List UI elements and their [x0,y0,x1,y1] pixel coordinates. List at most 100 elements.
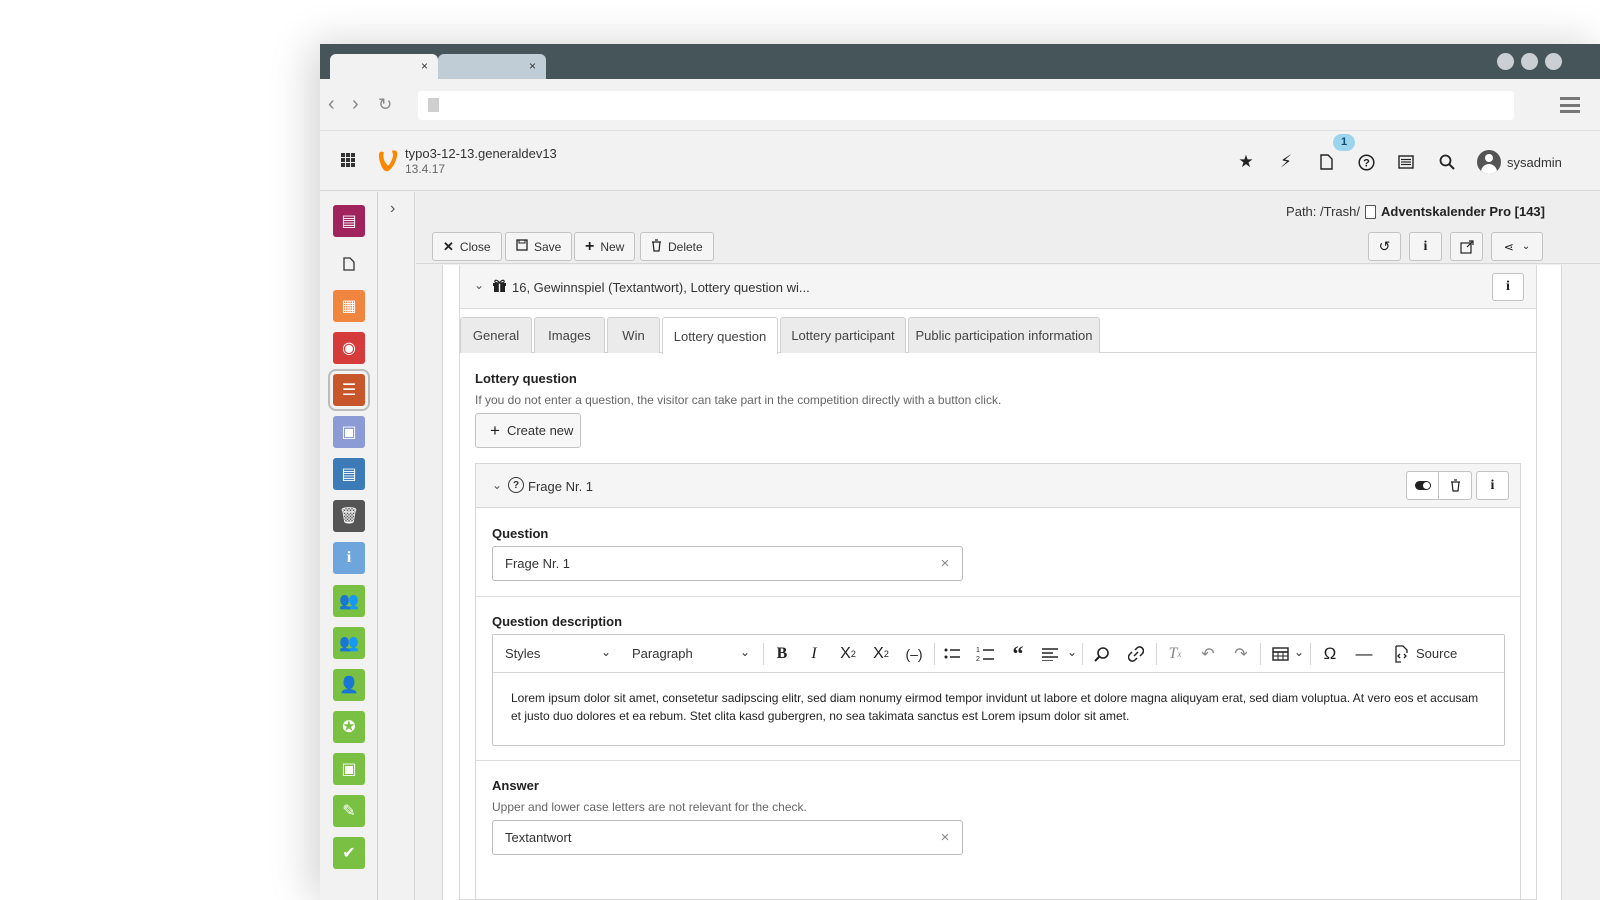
chevron-down-icon[interactable]: ⌄ [740,645,750,659]
browser-tabstrip: × × [320,44,1600,79]
inline-record-header[interactable]: ⌄ ? Frage Nr. 1 i [476,464,1520,508]
answer-input[interactable] [492,820,963,855]
tab-bar: General Images Win Lottery question Lott… [460,317,1536,354]
new-button[interactable]: + New [574,232,636,261]
horizontal-line-icon[interactable]: — [1353,643,1375,665]
users-module-icon[interactable]: 👥 [333,585,365,617]
check-module-icon[interactable]: ✔ [333,837,365,869]
record-header[interactable]: ⌄ 16, Gewinnspiel (Textantwort), Lottery… [460,265,1536,309]
blockquote-icon[interactable]: “ [1007,641,1029,666]
reload-icon[interactable]: ↻ [378,95,392,115]
link-icon[interactable] [1125,643,1147,665]
site-name[interactable]: typo3-12-13.generaldev13 [405,146,557,161]
italic-icon[interactable]: I [803,643,825,665]
edit-module-icon[interactable]: ✎ [333,795,365,827]
window-minimize-icon[interactable] [1497,53,1514,70]
chevron-down-icon[interactable]: ⌄ [1294,645,1304,659]
page-module-icon[interactable] [333,248,365,280]
list-module-icon[interactable]: ▦ [333,290,365,322]
open-documents-icon[interactable] [1315,151,1337,173]
groups-module-icon[interactable]: 👥 [333,627,365,659]
clear-icon[interactable]: × [938,556,952,571]
create-new-button[interactable]: + Create new [475,413,581,448]
inline-record-actions [1406,471,1472,500]
close-button[interactable]: ✕ Close [432,232,502,261]
remove-format-icon[interactable]: Tx [1164,643,1186,665]
chevron-down-icon[interactable]: ⌄ [492,478,502,492]
typo3-logo-icon[interactable] [376,149,398,173]
window-close-icon[interactable] [1545,53,1562,70]
help-icon[interactable]: ? [1355,151,1377,173]
chevron-down-icon[interactable]: ⌄ [601,645,611,659]
save-button[interactable]: Save [505,232,573,261]
back-icon[interactable]: ‹ [328,93,335,116]
editor-content[interactable]: Lorem ipsum dolor sit amet, consetetur s… [511,689,1486,725]
tab-general[interactable]: General [460,317,532,353]
module-menu-toggle-icon[interactable] [341,153,355,167]
browser-tab-active[interactable]: × [330,54,438,79]
history-icon[interactable]: ↺ [1368,232,1401,261]
flash-icon[interactable]: ⚡ [1275,151,1297,173]
numbered-list-icon[interactable]: 12 [974,643,996,665]
tab-label: Win [622,328,645,343]
tab-close-icon[interactable]: × [529,59,536,73]
tab-lottery-participant[interactable]: Lottery participant [780,317,906,353]
align-icon[interactable] [1039,643,1061,665]
chevron-down-icon[interactable]: ⌄ [474,278,484,292]
delete-icon[interactable] [1439,472,1471,499]
bold-icon[interactable]: B [771,643,793,665]
section-title: Lottery question [475,371,577,386]
window-maximize-icon[interactable] [1521,53,1538,70]
search-icon[interactable] [1436,151,1458,173]
subscript-icon[interactable]: X2 [837,643,859,665]
bulleted-list-icon[interactable] [941,643,963,665]
system-information-icon[interactable] [1395,151,1417,173]
tab-win[interactable]: Win [607,317,660,353]
table-icon[interactable] [1269,643,1291,665]
inline-info-button[interactable]: i [1476,471,1509,500]
special-characters-icon[interactable]: Ω [1319,643,1341,665]
styles-dropdown[interactable]: Styles [505,646,540,661]
section-help-text: If you do not enter a question, the visi… [475,393,1002,407]
superscript-icon[interactable]: X2 [870,643,892,665]
tab-lottery-question[interactable]: Lottery question [662,317,778,354]
share-dropdown[interactable]: ⋖ ⌄ [1491,232,1543,261]
breadcrumb: Path: /Trash/ Adventskalender Pro [143] [1286,204,1545,219]
view-module-icon[interactable]: ◉ [333,332,365,364]
info-icon[interactable]: i [1409,232,1442,261]
user-module-icon[interactable]: 👤 [333,669,365,701]
browser-menu-icon[interactable] [1560,97,1580,113]
tab-images[interactable]: Images [534,317,605,353]
bookmark-star-icon[interactable]: ★ [1235,151,1257,173]
undo-icon[interactable]: ↶ [1197,643,1219,665]
navigation-toggle[interactable]: › [378,192,415,900]
source-button[interactable]: Source [1416,646,1457,661]
clear-icon[interactable]: × [938,830,952,845]
chevron-right-icon[interactable]: › [390,200,395,218]
tab-close-icon[interactable]: × [421,59,428,73]
question-input[interactable] [492,546,963,581]
records-module-icon[interactable]: ☰ [328,369,370,411]
delete-button[interactable]: Delete [640,232,714,261]
open-new-window-icon[interactable] [1450,232,1483,261]
hide-toggle-icon[interactable] [1407,472,1439,499]
info-module-icon[interactable]: i [333,542,365,574]
redo-icon[interactable]: ↷ [1230,643,1252,665]
news-module-icon[interactable]: ▣ [333,416,365,448]
contact-module-icon[interactable]: ▣ [333,753,365,785]
recycler-module-icon[interactable]: 🗑 [333,500,365,532]
medal-module-icon[interactable]: ✪ [333,711,365,743]
chevron-down-icon[interactable]: ⌄ [1067,645,1077,659]
form-module-icon[interactable]: ▤ [333,458,365,490]
browser-tab[interactable]: × [438,54,546,79]
source-icon[interactable] [1390,643,1412,665]
find-replace-icon[interactable] [1091,643,1113,665]
user-menu[interactable]: sysadmin [1477,149,1562,175]
tab-public-participation-information[interactable]: Public participation information [908,317,1100,353]
forward-icon[interactable]: › [352,93,359,116]
dashboard-module-icon[interactable]: ▤ [333,205,365,237]
address-bar[interactable] [418,91,1514,120]
record-info-button[interactable]: i [1492,273,1524,301]
paragraph-dropdown[interactable]: Paragraph [632,646,693,661]
code-icon[interactable]: (–) [903,643,925,665]
